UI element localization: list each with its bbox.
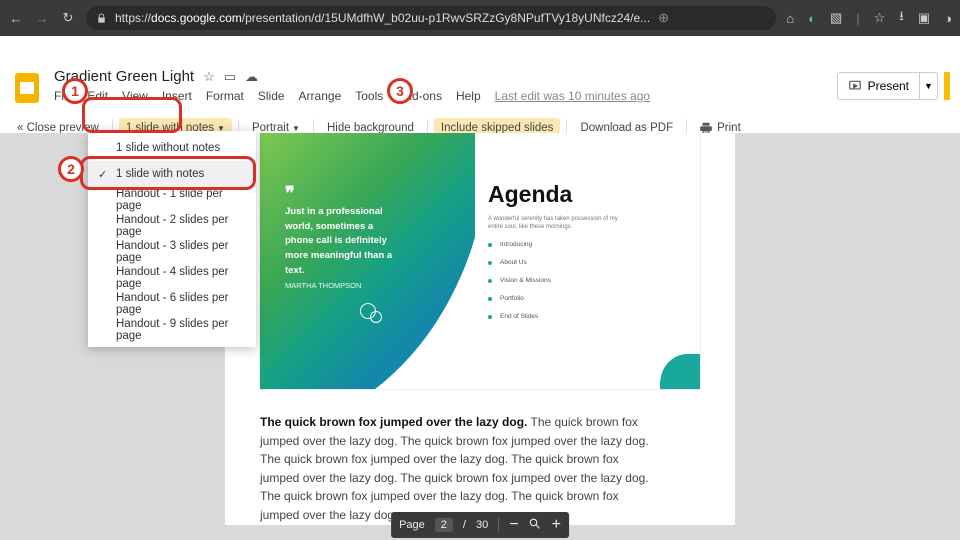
back-icon[interactable]: ← [8, 11, 24, 26]
zoom-out-icon[interactable]: − [509, 516, 518, 534]
sep [498, 518, 499, 532]
address-bar[interactable]: https://docs.google.com/presentation/d/1… [86, 6, 776, 30]
slides-logo[interactable] [12, 68, 42, 108]
menu-format[interactable]: Format [206, 89, 244, 103]
page-total: 30 [476, 519, 488, 531]
profile-icon[interactable]: ◑ [944, 11, 952, 26]
menu-tools[interactable]: Tools [355, 89, 383, 103]
bullet: About Us [488, 259, 551, 266]
dd-handout-4[interactable]: Handout - 4 slides per page [88, 265, 256, 291]
share-stub[interactable] [944, 72, 950, 100]
dd-handout-2[interactable]: Handout - 2 slides per page [88, 213, 256, 239]
page: ❞ Just in a professional world, sometime… [225, 133, 735, 525]
white-spacer [0, 36, 960, 62]
browser-chrome: ← → ↻ https://docs.google.com/presentati… [0, 0, 960, 36]
bullet: Introducing [488, 241, 551, 248]
divider: | [856, 11, 859, 26]
dd-handout-1[interactable]: Handout - 1 slide per page [88, 187, 256, 213]
home-icon[interactable]: ⌂ [786, 11, 794, 26]
agenda-bullets: Introducing About Us Vision & Missions P… [488, 241, 551, 331]
star-icon[interactable]: ☆ [203, 69, 215, 85]
speaker-notes: The quick brown fox jumped over the lazy… [260, 403, 700, 525]
quote-mark-icon: ❞ [285, 183, 295, 204]
lock-icon [96, 13, 107, 24]
present-button[interactable]: Present [837, 72, 920, 100]
forward-icon[interactable]: → [34, 11, 50, 26]
zoom-in-icon[interactable]: + [552, 516, 561, 534]
menu-slide[interactable]: Slide [258, 89, 285, 103]
annotation-box-2 [80, 156, 256, 190]
page-sep: / [463, 519, 466, 531]
annotation-marker-3: 3 [387, 78, 413, 104]
menu-help[interactable]: Help [456, 89, 481, 103]
url-text: https://docs.google.com/presentation/d/1… [115, 11, 650, 25]
menu-arrange[interactable]: Arrange [299, 89, 342, 103]
last-edit[interactable]: Last edit was 10 minutes ago [495, 89, 650, 103]
dd-handout-9[interactable]: Handout - 9 slides per page [88, 317, 256, 343]
bullet: End of Slides [488, 313, 551, 320]
page-label: Page [399, 519, 425, 531]
bullet: Vision & Missions [488, 277, 551, 284]
cloud-icon[interactable]: ☁ [245, 69, 258, 85]
bullet: Portfolio [488, 295, 551, 302]
present-icon [848, 79, 862, 93]
decor-circles-icon [360, 303, 382, 324]
ext-icon[interactable]: ◐ [808, 11, 816, 26]
downloads-icon[interactable]: ⭳ [899, 7, 904, 29]
ext2-icon[interactable]: ▧ [830, 10, 842, 26]
present-dropdown[interactable]: ▼ [920, 72, 938, 100]
page-current[interactable]: 2 [435, 518, 453, 532]
dd-handout-6[interactable]: Handout - 6 slides per page [88, 291, 256, 317]
reload-icon[interactable]: ↻ [60, 10, 76, 26]
annotation-marker-2: 2 [58, 156, 84, 182]
collections-icon[interactable]: ▣ [918, 10, 930, 26]
agenda-subtitle: A wonderful serenity has taken possessio… [488, 215, 628, 232]
page-toolbar: Page 2 / 30 − + [391, 512, 569, 538]
slide-thumbnail: ❞ Just in a professional world, sometime… [260, 133, 700, 389]
browser-actions: ⌂ ◐ ▧ | ☆ ⭳ ▣ ◑ [786, 7, 952, 29]
annotation-marker-1: 1 [62, 78, 88, 104]
dd-handout-3[interactable]: Handout - 3 slides per page [88, 239, 256, 265]
favorite-icon[interactable]: ☆ [874, 10, 886, 26]
agenda-title: Agenda [488, 181, 572, 208]
zoom-reset-icon[interactable] [529, 517, 542, 533]
decor-blob [660, 354, 700, 389]
reader-icon[interactable]: ⊕ [658, 10, 669, 26]
slide-quote: Just in a professional world, sometimes … [285, 205, 400, 279]
annotation-box-1 [82, 97, 182, 133]
move-icon[interactable]: ▭ [224, 69, 236, 85]
slide-author: MARTHA THOMPSON [285, 281, 361, 290]
